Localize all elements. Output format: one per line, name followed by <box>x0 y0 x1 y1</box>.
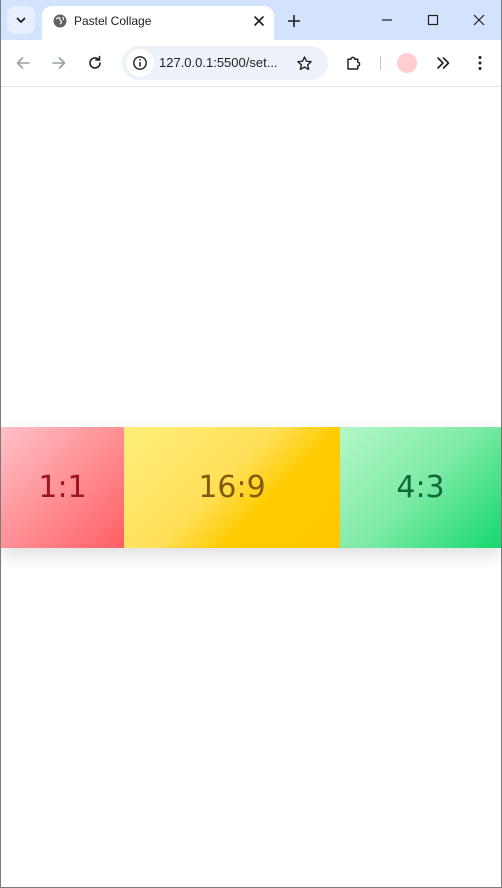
tab-title: Pastel Collage <box>74 14 152 28</box>
toolbar-divider <box>380 56 381 70</box>
maximize-button[interactable] <box>417 6 449 34</box>
puzzle-icon <box>347 56 361 70</box>
browser-window: Pastel Collage 127.0.0.1:5500/set... 1:1… <box>0 0 502 888</box>
reload-icon <box>89 55 101 69</box>
tab-active[interactable]: Pastel Collage <box>42 6 274 40</box>
plus-icon <box>288 15 300 27</box>
maximize-icon <box>427 14 439 26</box>
kebab-menu-icon <box>478 56 482 70</box>
reload-button[interactable] <box>81 49 109 77</box>
extensions-button[interactable] <box>340 49 368 77</box>
collage-strip: 1:1 16:9 4:3 <box>1 427 501 548</box>
arrow-left-icon <box>16 57 30 69</box>
tile-label: 16:9 <box>198 470 266 505</box>
collage-tile-4-3: 4:3 <box>340 427 501 548</box>
tile-label: 1:1 <box>38 470 87 505</box>
forward-button[interactable] <box>45 49 73 77</box>
close-icon <box>254 16 264 26</box>
browser-toolbar: 127.0.0.1:5500/set... <box>1 40 501 87</box>
window-close-button[interactable] <box>463 6 495 34</box>
arrow-right-icon <box>52 57 66 69</box>
address-bar[interactable]: 127.0.0.1:5500/set... <box>122 46 328 80</box>
new-tab-button[interactable] <box>282 9 306 33</box>
close-icon <box>473 14 485 26</box>
profile-avatar[interactable] <box>397 53 417 73</box>
tile-label: 4:3 <box>396 470 445 505</box>
minimize-button[interactable] <box>371 6 403 34</box>
star-icon <box>296 55 312 70</box>
site-info-button[interactable] <box>126 49 154 77</box>
chevron-down-icon <box>16 17 26 23</box>
chevron-double-right-icon <box>437 57 450 69</box>
minimize-icon <box>382 19 392 21</box>
back-button[interactable] <box>9 49 37 77</box>
url-text[interactable]: 127.0.0.1:5500/set... <box>159 55 278 70</box>
browser-menu-button[interactable] <box>466 49 494 77</box>
more-tools-button[interactable] <box>429 49 457 77</box>
tab-close-button[interactable] <box>250 12 268 30</box>
info-icon <box>133 56 147 70</box>
tab-strip: Pastel Collage <box>1 0 501 40</box>
page-viewport: 1:1 16:9 4:3 <box>1 87 501 887</box>
globe-icon <box>53 14 67 28</box>
tab-search-button[interactable] <box>7 6 35 34</box>
collage-tile-16-9: 16:9 <box>124 427 340 548</box>
collage-tile-1-1: 1:1 <box>1 427 124 548</box>
bookmark-star-button[interactable] <box>292 51 316 75</box>
